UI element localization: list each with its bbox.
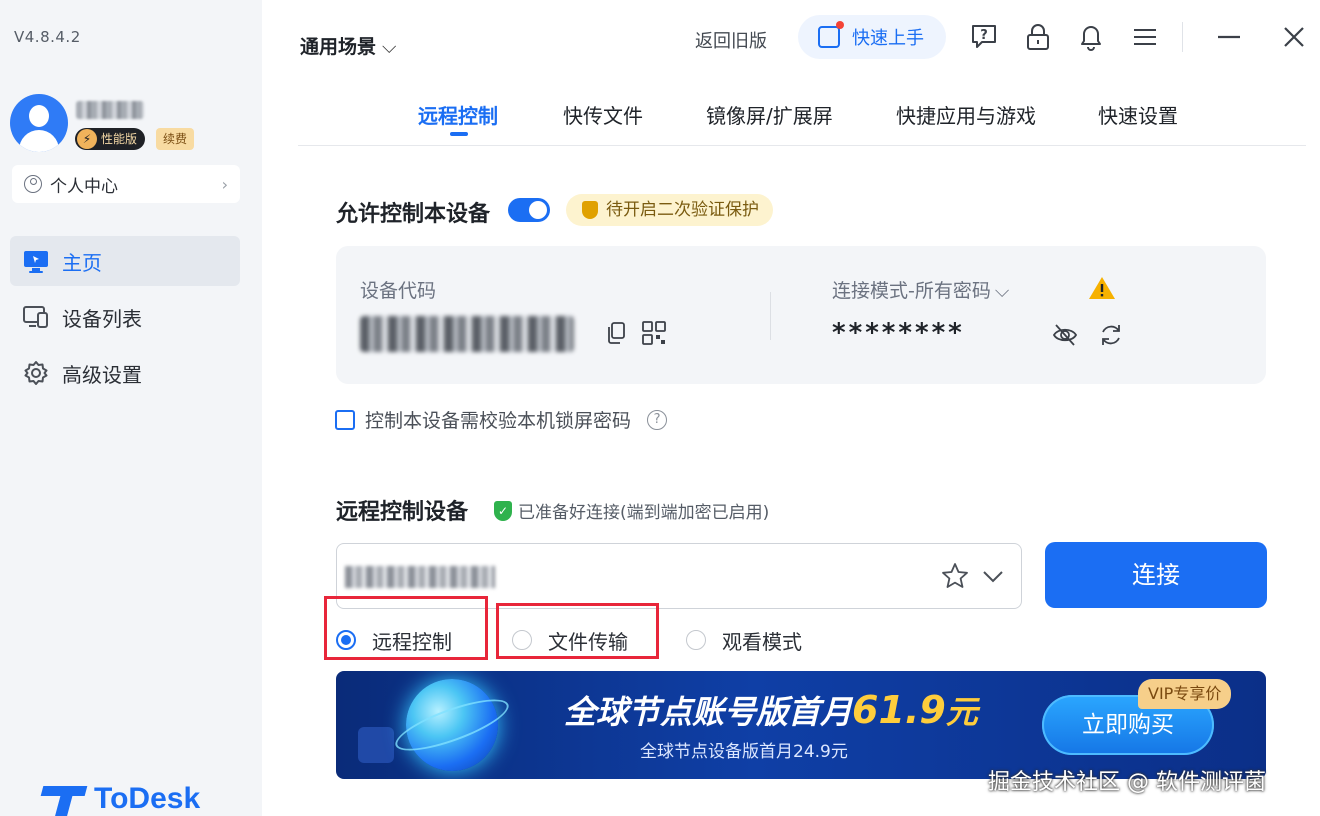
hide-password-icon[interactable] (1052, 322, 1078, 348)
chevron-down-icon[interactable] (981, 564, 1005, 588)
radio-view-only[interactable] (686, 630, 706, 650)
sidebar-item-label: 主页 (62, 250, 102, 275)
sidebar: V4.8.4.2 ⚡ 性能版 续费 个人中心 › 主页 设备列表 高级设置 To… (0, 0, 262, 816)
warning-icon[interactable] (1088, 276, 1116, 300)
tab-mirror-screen[interactable]: 镜像屏/扩展屏 (706, 100, 833, 129)
personal-center-button[interactable]: 个人中心 › (12, 165, 240, 203)
tab-file-transfer[interactable]: 快传文件 (563, 100, 643, 129)
help-icon[interactable]: ? (970, 22, 998, 52)
sidebar-item-label: 高级设置 (62, 362, 142, 387)
lock-icon[interactable] (1024, 22, 1052, 52)
close-icon[interactable] (1280, 22, 1308, 52)
promo-headline: 全球节点账号版首月61.9元 (564, 687, 978, 733)
temporary-password: ******** (832, 318, 965, 348)
svg-text:?: ? (980, 28, 988, 43)
two-factor-warning[interactable]: 待开启二次验证保护 (566, 194, 773, 226)
todesk-logo: ToDesk (40, 782, 201, 816)
two-factor-warning-label: 待开启二次验证保护 (606, 200, 759, 220)
annotation-highlight-file (496, 603, 659, 659)
card-divider (770, 292, 771, 340)
logo-mark (40, 782, 88, 816)
logo-text: ToDesk (94, 782, 201, 815)
scene-selector[interactable]: 通用场景 ⌵ (300, 32, 396, 59)
connection-status: ✓ 已准备好连接(端到端加密已启用) (494, 498, 769, 523)
gear-icon (24, 361, 48, 385)
device-code-redacted (360, 316, 574, 352)
promo-banner[interactable]: 全球节点账号版首月61.9元 全球节点设备版首月24.9元 立即购买 VIP专享… (336, 671, 1266, 779)
renew-badge[interactable]: 续费 (156, 128, 195, 150)
tab-quick-settings[interactable]: 快速设置 (1098, 100, 1178, 129)
connection-mode-select[interactable]: 连接模式-所有密码 ⌵ (832, 276, 1009, 303)
chevron-down-icon: ⌵ (382, 36, 397, 58)
avatar-head (29, 105, 49, 127)
sidebar-item-label: 设备列表 (62, 306, 142, 331)
active-tab-indicator (450, 132, 468, 136)
lock-screen-check-label[interactable]: 控制本设备需校验本机锁屏密码 (365, 406, 631, 433)
sidebar-item-devices[interactable]: 设备列表 (10, 292, 240, 342)
lock-screen-checkbox[interactable] (335, 409, 355, 430)
device-code-label: 设备代码 (360, 280, 437, 302)
promo-headline-text: 全球节点账号版首月 (564, 693, 853, 731)
connection-mode-label: 连接模式-所有密码 (832, 280, 991, 302)
bell-icon[interactable] (1077, 22, 1105, 52)
menu-icon[interactable] (1131, 22, 1159, 52)
edition-badge-label: 性能版 (101, 132, 138, 146)
connection-status-label: 已准备好连接(端到端加密已启用) (518, 503, 770, 523)
lock-screen-check-row: 控制本设备需校验本机锁屏密码 ? (335, 406, 668, 433)
promo-price: 61.9 (852, 688, 946, 732)
copy-icon[interactable] (606, 322, 626, 344)
mode-label: 观看模式 (722, 629, 802, 654)
monitor-icon (24, 251, 48, 273)
connect-button[interactable]: 连接 (1045, 542, 1267, 608)
devices-icon (23, 306, 48, 328)
chevron-right-icon: › (221, 174, 228, 194)
user-icon (24, 175, 42, 193)
old-version-link[interactable]: 返回旧版 (695, 27, 767, 53)
edition-badge: ⚡ 性能版 (75, 128, 146, 150)
avatar-body (19, 130, 59, 152)
sidebar-item-settings[interactable]: 高级设置 (10, 348, 240, 398)
personal-center-label: 个人中心 (50, 176, 118, 197)
remote-control-title: 远程控制设备 (336, 500, 469, 525)
shield-icon (582, 201, 598, 219)
mode-view-only[interactable]: 观看模式 (686, 620, 802, 660)
promo-unit: 元 (945, 693, 978, 731)
quick-start-label: 快速上手 (852, 28, 924, 49)
annotation-highlight-remote (324, 596, 488, 660)
tab-apps-games[interactable]: 快捷应用与游戏 (896, 100, 1036, 129)
scene-label: 通用场景 (300, 36, 377, 58)
username-redacted (76, 101, 144, 119)
guide-icon (818, 21, 844, 48)
allow-control-toggle[interactable] (508, 198, 550, 222)
watermark: 掘金技术社区 @ 软件测评菌 (988, 770, 1266, 795)
vip-price-tag: VIP专享价 (1138, 679, 1232, 709)
promo-subline: 全球节点设备版首月24.9元 (640, 742, 848, 762)
bolt-icon: ⚡ (77, 129, 97, 149)
star-icon[interactable] (941, 562, 969, 590)
minimize-icon[interactable] (1215, 22, 1243, 52)
tab-remote-control[interactable]: 远程控制 (418, 100, 498, 129)
shield-check-icon: ✓ (494, 500, 512, 521)
question-icon[interactable]: ? (647, 409, 668, 430)
sidebar-item-home[interactable]: 主页 (10, 236, 240, 286)
main-tabs: 远程控制 快传文件 镜像屏/扩展屏 快捷应用与游戏 快速设置 (298, 96, 1306, 146)
puzzle-icon (358, 727, 394, 763)
device-info-card: 设备代码 连接模式-所有密码 ⌵ ******** (336, 246, 1266, 384)
refresh-icon[interactable] (1098, 322, 1124, 348)
avatar[interactable] (10, 94, 68, 152)
window-controls-divider (1182, 22, 1183, 52)
version-label: V4.8.4.2 (14, 28, 81, 46)
quick-start-button[interactable]: 快速上手 (798, 15, 946, 59)
chevron-down-icon: ⌵ (994, 280, 1010, 302)
qr-code-icon[interactable] (642, 321, 666, 345)
allow-control-title: 允许控制本设备 (336, 202, 491, 227)
